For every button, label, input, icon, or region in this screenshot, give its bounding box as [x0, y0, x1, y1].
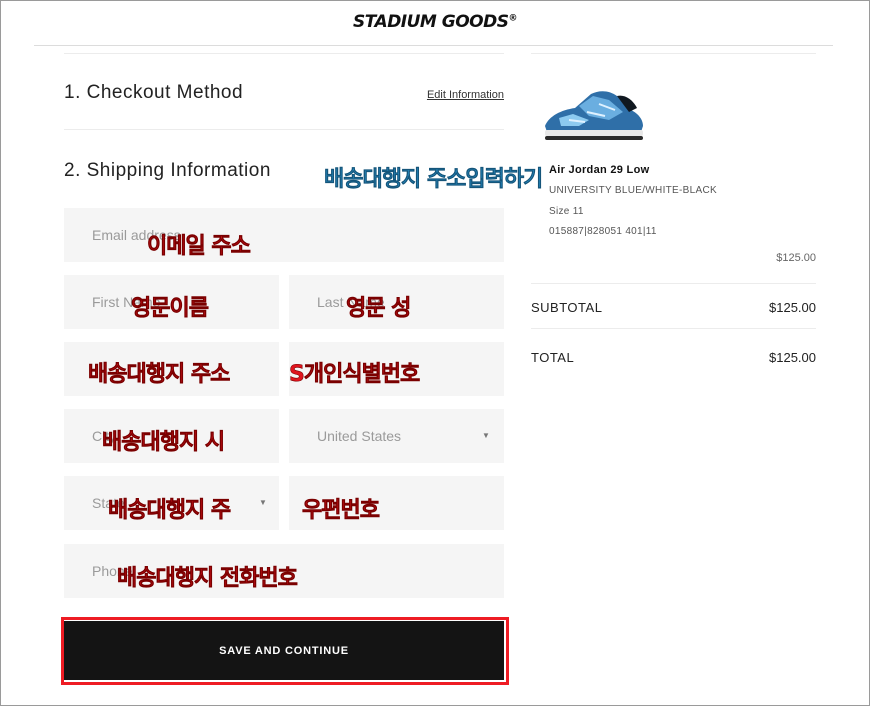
product-size: Size 11 — [549, 206, 584, 217]
annotation-shipping-heading: 배송대행지 주소입력하기 — [324, 167, 544, 193]
annotation-personal-id: S개인식별번호 — [289, 362, 421, 388]
summary-top-divider — [531, 53, 816, 54]
product-image[interactable] — [539, 86, 647, 144]
brand-name: STADIUM GOODS — [353, 12, 509, 32]
annotation-phone: 배송대행지 전화번호 — [117, 566, 298, 592]
annotation-zip: 우편번호 — [302, 498, 381, 524]
subtotal-value: $125.00 — [769, 300, 816, 315]
step-divider — [64, 129, 504, 130]
annotation-email: 이메일 주소 — [147, 234, 251, 260]
annotation-first-name: 영문이름 — [131, 296, 210, 322]
brand-logo[interactable]: STADIUM GOODS® — [0, 12, 870, 32]
product-name: Air Jordan 29 Low — [549, 164, 650, 176]
checkout-top-divider — [64, 53, 504, 54]
chevron-down-icon: ▼ — [259, 498, 267, 507]
subtotal-label: SUBTOTAL — [531, 300, 603, 315]
checkout-method-title: 1. Checkout Method — [64, 82, 244, 103]
annotation-state: 배송대행지 주 — [108, 498, 232, 524]
button-highlight-box — [61, 617, 509, 685]
total-value: $125.00 — [769, 350, 816, 365]
edit-information-link[interactable]: Edit Information — [427, 89, 504, 101]
total-label: TOTAL — [531, 350, 575, 365]
item-price: $125.00 — [776, 252, 816, 264]
header-divider — [34, 45, 833, 46]
email-field[interactable]: Email address — [64, 208, 504, 262]
product-sku: 015887|828051 401|11 — [549, 226, 657, 237]
annotation-address: 배송대행지 주소 — [88, 362, 231, 388]
product-colorway: UNIVERSITY BLUE/WHITE-BLACK — [549, 185, 717, 196]
summary-divider — [531, 283, 816, 284]
brand-mark: ® — [508, 13, 517, 24]
annotation-city: 배송대행지 시 — [102, 430, 226, 456]
country-selected-value: United States — [317, 428, 402, 444]
summary-divider — [531, 328, 816, 329]
annotation-last-name: 영문 성 — [346, 296, 412, 322]
shipping-information-title: 2. Shipping Information — [64, 160, 271, 181]
chevron-down-icon: ▼ — [482, 431, 490, 440]
country-select[interactable]: United States ▼ — [289, 409, 504, 463]
